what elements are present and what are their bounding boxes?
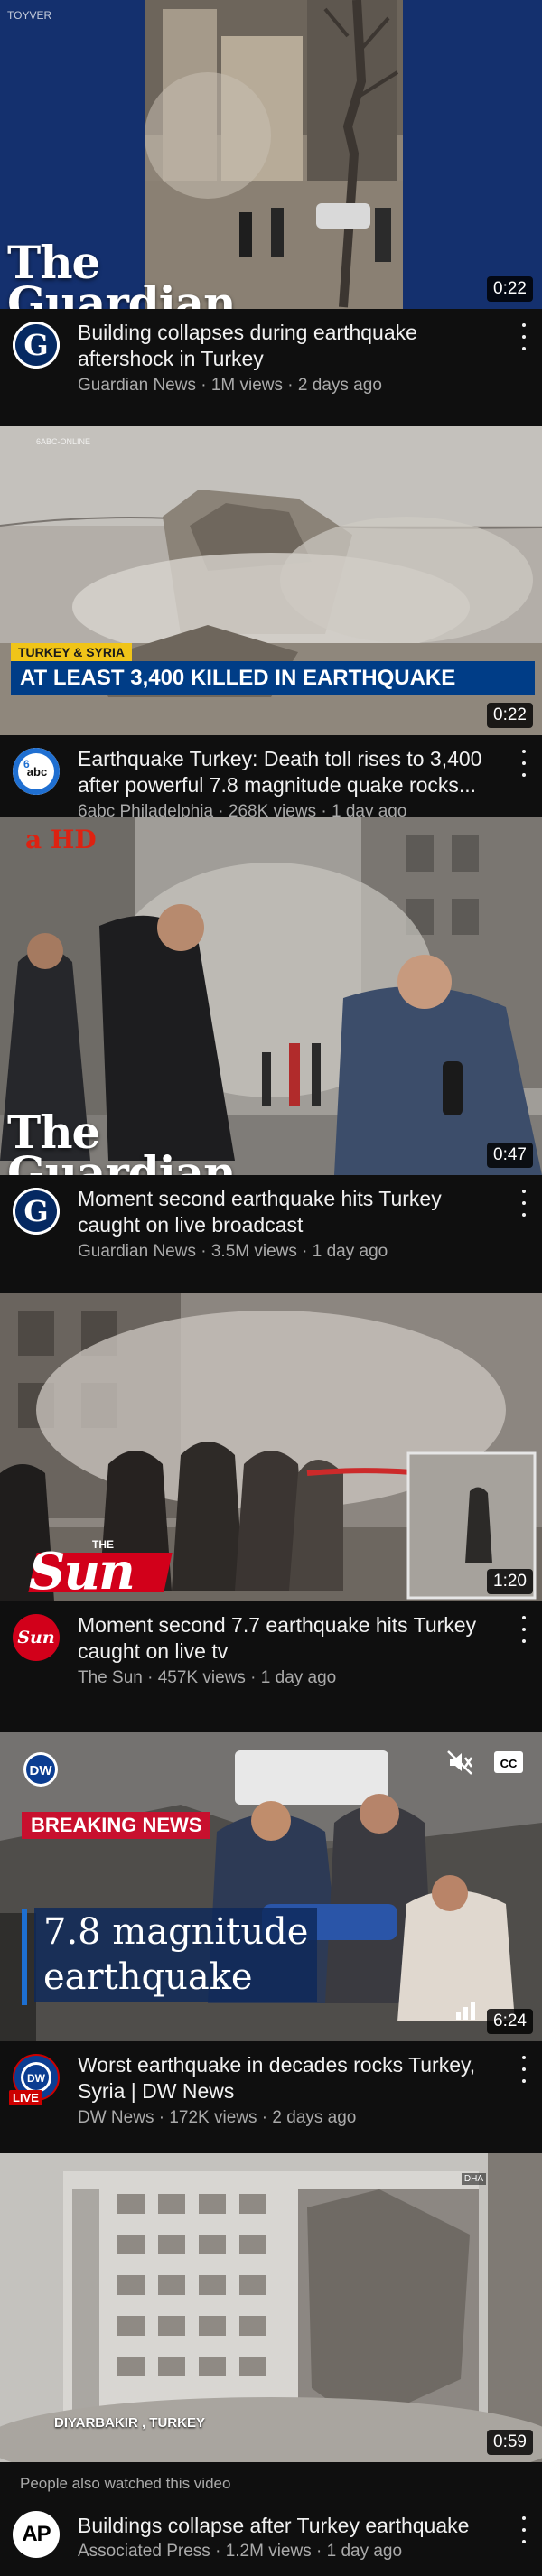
thumbnail-watermark: TOYVER [7, 9, 52, 22]
view-count: 1.2M views [225, 2542, 312, 2561]
more-options-icon[interactable] [513, 2054, 535, 2085]
video-title[interactable]: Worst earthquake in decades rocks Turkey… [78, 2052, 493, 2105]
svg-text:DW: DW [30, 1763, 53, 1778]
channel-name[interactable]: Guardian News [78, 1242, 196, 1261]
upload-age: 1 day ago [312, 1242, 388, 1261]
more-options-icon[interactable] [513, 1188, 535, 1218]
video-title[interactable]: Buildings collapse after Turkey earthqua… [78, 2513, 493, 2539]
channel-name[interactable]: The Sun [78, 1668, 143, 1687]
video-title[interactable]: Moment second earthquake hits Turkey cau… [78, 1186, 493, 1238]
upload-age: 1 day ago [260, 1668, 337, 1687]
video-card[interactable]: TOYVER The Guardian 0:22 G Building coll… [0, 0, 542, 426]
overlay-headline: AT LEAST 3,400 KILLED IN EARTHQUAKE [11, 661, 535, 695]
live-badge: LIVE [9, 2090, 42, 2105]
video-duration: 0:22 [487, 703, 533, 728]
video-duration: 0:22 [487, 276, 533, 302]
more-options-icon[interactable] [513, 748, 535, 779]
video-title[interactable]: Earthquake Turkey: Death toll rises to 3… [78, 746, 493, 798]
svg-text:DW: DW [27, 2072, 46, 2085]
video-subline: Guardian News · 3.5M views · 1 day ago [78, 1242, 388, 1261]
captions-icon[interactable]: CC [493, 1749, 531, 1787]
sun-logo-text: Sun [17, 1628, 55, 1647]
brand-main: Sun [29, 1542, 136, 1601]
ap-logo-text: AP [22, 2522, 51, 2546]
svg-text:G: G [23, 328, 48, 362]
channel-name[interactable]: DW News [78, 2108, 154, 2127]
guardian-g-icon[interactable]: G [13, 1188, 60, 1235]
video-thumbnail[interactable]: 6ABC-ONLINE TURKEY & SYRIA AT LEAST 3,40… [0, 426, 542, 735]
thumbnail-watermark: 6ABC-ONLINE [36, 437, 91, 446]
upload-age: 2 days ago [272, 2108, 357, 2127]
upload-age: 1 day ago [326, 2542, 403, 2561]
video-card[interactable]: DW CC BREAKING NEWS 7.8 magnitude earthq… [0, 1732, 542, 2127]
sun-logo-icon[interactable]: Sun [13, 1614, 60, 1661]
video-meta: G Moment second earthquake hits Turkey c… [0, 1175, 542, 1283]
corner-badge: DHA [461, 2173, 486, 2185]
video-card[interactable]: THE Sun 1:20 Sun Moment second 7.7 earth… [0, 1293, 542, 1687]
svg-text:6: 6 [23, 758, 30, 770]
video-thumbnail[interactable]: TOYVER The Guardian 0:22 [0, 0, 542, 309]
view-count: 457K views [157, 1668, 246, 1687]
mute-icon[interactable] [446, 1749, 484, 1787]
brand-logo-text: The Guardian [7, 236, 237, 310]
location-caption: DIYARBAKIR , TURKEY [54, 2415, 205, 2431]
video-duration: 0:59 [487, 2430, 533, 2455]
dw-brand-logo: DW [22, 1750, 98, 1788]
video-subline: Guardian News · 1M views · 2 days ago [78, 376, 382, 395]
view-count: 172K views [169, 2108, 257, 2127]
svg-text:G: G [23, 1194, 48, 1228]
breaking-news-banner: BREAKING NEWS [22, 1812, 211, 1839]
headline-box: 7.8 magnitude earthquake [34, 1908, 318, 2002]
video-meta: Sun Moment second 7.7 earthquake hits Tu… [0, 1601, 542, 1710]
video-meta: DW LIVE Worst earthquake in decades rock… [0, 2041, 542, 2150]
headline-line-2: earthquake [43, 1956, 253, 1998]
upload-age: 2 days ago [297, 376, 382, 395]
svg-text:CC: CC [500, 1757, 518, 1770]
more-options-icon[interactable] [513, 322, 535, 352]
video-title[interactable]: Moment second 7.7 earthquake hits Turkey… [78, 1612, 493, 1665]
video-duration: 6:24 [487, 2009, 533, 2034]
video-duration: 0:47 [487, 1143, 533, 1168]
channel-name[interactable]: Associated Press [78, 2542, 210, 2561]
more-options-icon[interactable] [513, 1614, 535, 1645]
video-duration: 1:20 [487, 1569, 533, 1594]
more-options-icon[interactable] [513, 2515, 535, 2545]
video-meta: AP Buildings collapse after Turkey earth… [0, 2504, 542, 2576]
video-thumbnail[interactable]: THE Sun 1:20 [0, 1293, 542, 1601]
brand-logo-text: The Guardian [7, 1106, 237, 1176]
video-thumbnail[interactable]: DHA DIYARBAKIR , TURKEY 0:59 [0, 2153, 542, 2462]
signal-bars-icon [455, 2000, 482, 2027]
svg-text:abc: abc [27, 765, 47, 779]
guardian-g-icon[interactable]: G [13, 322, 60, 369]
view-count: 1M views [210, 376, 284, 395]
video-subline: The Sun · 457K views · 1 day ago [78, 1668, 337, 1687]
headline-line-1: 7.8 magnitude [43, 1911, 309, 1953]
view-count: 3.5M views [210, 1242, 297, 1261]
video-title[interactable]: Building collapses during earthquake aft… [78, 320, 493, 372]
video-meta: G Building collapses during earthquake a… [0, 309, 542, 417]
thumbnail-watermark: a HD [25, 825, 97, 854]
video-thumbnail[interactable]: DW CC BREAKING NEWS 7.8 magnitude earthq… [0, 1732, 542, 2041]
abc-circle-icon[interactable]: abc 6 [13, 748, 60, 795]
ap-logo-icon[interactable]: AP [13, 2511, 60, 2558]
people-also-watched-label: People also watched this video [20, 2475, 231, 2492]
video-thumbnail[interactable]: a HD The Guardian 0:47 [0, 817, 542, 1175]
channel-name[interactable]: Guardian News [78, 376, 196, 395]
video-card[interactable]: 6ABC-ONLINE TURKEY & SYRIA AT LEAST 3,40… [0, 426, 542, 821]
overlay-tag: TURKEY & SYRIA [11, 643, 132, 661]
video-subline: DW News · 172K views · 2 days ago [78, 2108, 357, 2127]
video-card[interactable]: a HD The Guardian 0:47 G Moment second e… [0, 817, 542, 1261]
video-subline: Associated Press · 1.2M views · 1 day ag… [78, 2542, 403, 2561]
headline-accent-bar [22, 1909, 27, 2005]
video-card[interactable]: DHA DIYARBAKIR , TURKEY 0:59 People also… [0, 2153, 542, 2576]
